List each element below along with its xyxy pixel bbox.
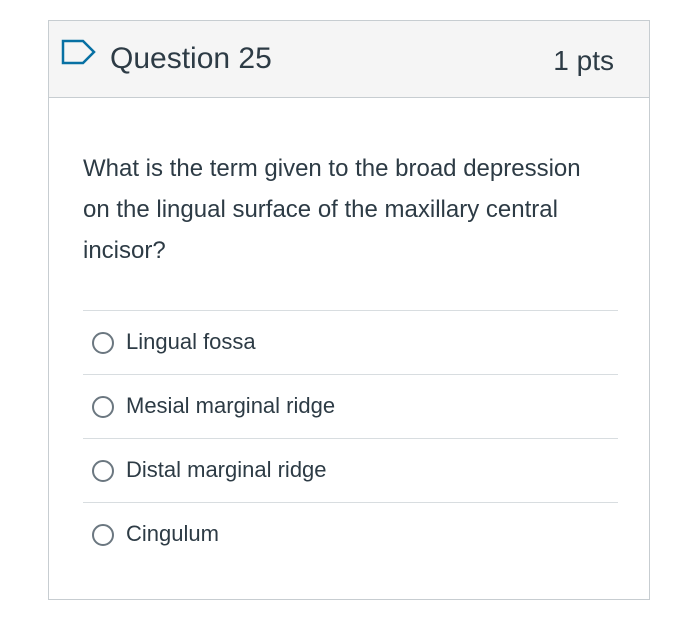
radio-button[interactable]	[92, 396, 114, 418]
answer-label[interactable]: Mesial marginal ridge	[126, 391, 335, 421]
answer-option-distal-marginal-ridge[interactable]: Distal marginal ridge	[83, 438, 618, 502]
answer-label[interactable]: Lingual fossa	[126, 327, 256, 357]
radio-button[interactable]	[92, 524, 114, 546]
answer-option-cingulum[interactable]: Cingulum	[83, 502, 618, 566]
flag-outline-icon[interactable]	[60, 38, 98, 66]
answer-list: Lingual fossa Mesial marginal ridge Dist…	[83, 310, 618, 566]
question-card: Question 25 1 pts What is the term given…	[48, 20, 650, 600]
radio-button[interactable]	[92, 332, 114, 354]
answer-option-mesial-marginal-ridge[interactable]: Mesial marginal ridge	[83, 374, 618, 438]
answer-label[interactable]: Cingulum	[126, 519, 219, 549]
question-title: Question 25	[110, 42, 272, 75]
question-points: 1 pts	[553, 45, 614, 76]
answer-option-lingual-fossa[interactable]: Lingual fossa	[83, 310, 618, 374]
radio-button[interactable]	[92, 460, 114, 482]
answer-label[interactable]: Distal marginal ridge	[126, 455, 327, 485]
question-header: Question 25 1 pts	[49, 21, 649, 98]
question-text: What is the term given to the broad depr…	[83, 155, 581, 264]
